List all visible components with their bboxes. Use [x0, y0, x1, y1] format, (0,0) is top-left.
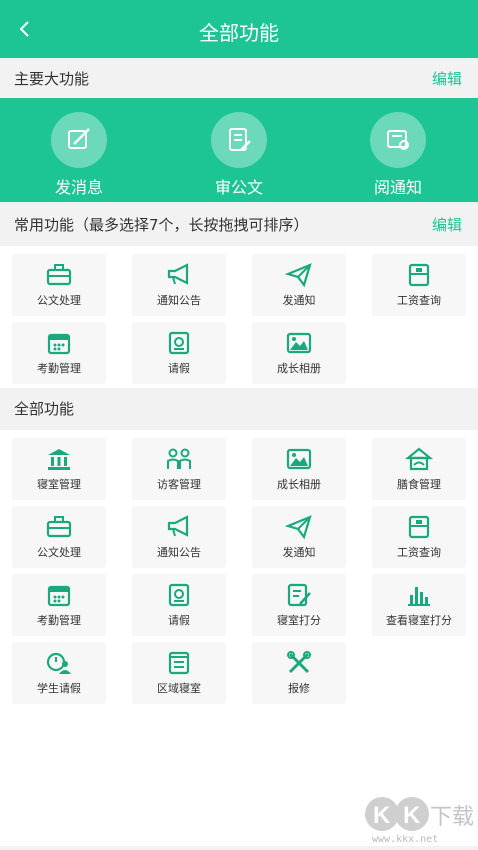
tile-label: 工资查询 — [397, 546, 441, 559]
tile-student-leave[interactable]: 学生请假 — [12, 642, 106, 704]
briefcase-icon — [46, 516, 72, 538]
tile-label: 成长相册 — [277, 362, 321, 375]
tile-label: 通知公告 — [157, 294, 201, 307]
tile-label: 学生请假 — [37, 682, 81, 695]
tile-label: 工资查询 — [397, 294, 441, 307]
tile-label: 区域寝室 — [157, 682, 201, 695]
common-functions-panel: 公文处理 通知公告 发通知 工资查询 考勤管理 请假 成长相册 — [0, 246, 478, 388]
document-edit-icon — [211, 112, 267, 168]
tile-dorm-management[interactable]: 寝室管理 — [12, 438, 106, 500]
tile-label: 访客管理 — [157, 478, 201, 491]
tile-label: 公文处理 — [37, 546, 81, 559]
tile-label: 查看寝室打分 — [386, 614, 452, 627]
score-edit-icon — [287, 583, 311, 607]
tile-growth-album[interactable]: 成长相册 — [252, 322, 346, 384]
food-icon — [405, 447, 433, 471]
tile-label: 请假 — [168, 362, 190, 375]
tile-repair[interactable]: 报修 — [252, 642, 346, 704]
tile-label: 膳食管理 — [397, 478, 441, 491]
tile-send-notice[interactable]: 发通知 — [252, 506, 346, 568]
top-bar: 全部功能 — [0, 0, 478, 58]
salary-icon — [408, 515, 430, 539]
review-document-button[interactable]: 审公文 — [194, 112, 284, 198]
tile-label: 考勤管理 — [37, 362, 81, 375]
page-title: 全部功能 — [199, 21, 279, 45]
tile-leave[interactable]: 请假 — [132, 574, 226, 636]
read-notice-label: 阅通知 — [373, 178, 422, 197]
edit-button[interactable]: 编辑 — [432, 68, 462, 89]
tile-label: 请假 — [168, 614, 190, 627]
tile-label: 成长相册 — [277, 478, 321, 491]
section-label: 常用功能（最多选择7个，长按拖拽可排序） — [14, 216, 309, 234]
visitors-icon — [167, 448, 191, 469]
photo-album-icon — [286, 448, 312, 470]
svg-text:下载: 下载 — [430, 805, 474, 830]
tile-label: 通知公告 — [157, 546, 201, 559]
main-functions-band: 发消息 审公文 阅通知 — [0, 98, 478, 202]
tile-meal-management[interactable]: 膳食管理 — [372, 438, 466, 500]
section-label: 主要大功能 — [14, 70, 90, 88]
building-icon — [48, 449, 70, 470]
calendar-icon — [47, 585, 71, 607]
leave-icon — [168, 583, 190, 607]
tile-document-processing[interactable]: 公文处理 — [12, 254, 106, 316]
salary-icon — [408, 263, 430, 287]
review-document-label: 审公文 — [214, 178, 263, 197]
tile-salary-query[interactable]: 工资查询 — [372, 506, 466, 568]
tile-send-notice[interactable]: 发通知 — [252, 254, 346, 316]
pen-edit-icon — [51, 112, 107, 168]
tile-label: 考勤管理 — [37, 614, 81, 627]
tile-leave[interactable]: 请假 — [132, 322, 226, 384]
svg-text:K: K — [373, 802, 391, 829]
edit-button[interactable]: 编辑 — [432, 214, 462, 235]
scroll-icon — [168, 651, 190, 675]
paper-plane-icon — [285, 515, 312, 540]
tile-label: 寝室管理 — [37, 478, 81, 491]
tile-dorm-scoring[interactable]: 寝室打分 — [252, 574, 346, 636]
tile-visitor-management[interactable]: 访客管理 — [132, 438, 226, 500]
send-message-label: 发消息 — [54, 178, 103, 197]
tile-area-dorm[interactable]: 区域寝室 — [132, 642, 226, 704]
tile-attendance[interactable]: 考勤管理 — [12, 322, 106, 384]
main-functions-header: 主要大功能 编辑 — [0, 58, 478, 98]
tile-document-processing[interactable]: 公文处理 — [12, 506, 106, 568]
watermark-url: www.kkx.net — [372, 834, 439, 845]
bar-chart-icon — [408, 587, 430, 606]
kk-download-logo: K K 下载 — [365, 797, 474, 831]
tile-label: 发通知 — [282, 294, 316, 307]
send-message-button[interactable]: 发消息 — [34, 112, 124, 198]
tile-notice-announcement[interactable]: 通知公告 — [132, 506, 226, 568]
paper-plane-icon — [285, 263, 312, 288]
student-leave-icon — [46, 652, 71, 674]
all-functions-panel: 寝室管理 访客管理 成长相册 膳食管理 公文处理 通知公告 发通知 工资查询 考… — [0, 430, 478, 846]
tile-label: 报修 — [288, 682, 310, 695]
tile-label: 寝室打分 — [277, 614, 321, 627]
megaphone-icon — [167, 263, 189, 285]
svg-text:K: K — [403, 802, 421, 829]
tile-salary-query[interactable]: 工资查询 — [372, 254, 466, 316]
briefcase-icon — [46, 264, 72, 286]
tools-icon — [287, 651, 311, 674]
common-functions-header: 常用功能（最多选择7个，长按拖拽可排序） 编辑 — [0, 204, 478, 244]
calendar-icon — [47, 333, 71, 355]
tile-view-dorm-scores[interactable]: 查看寝室打分 — [372, 574, 466, 636]
leave-icon — [168, 331, 190, 355]
photo-album-icon — [286, 332, 312, 354]
notice-read-icon — [370, 112, 426, 168]
megaphone-icon — [167, 515, 189, 537]
tile-notice-announcement[interactable]: 通知公告 — [132, 254, 226, 316]
tile-label: 公文处理 — [37, 294, 81, 307]
tile-growth-album[interactable]: 成长相册 — [252, 438, 346, 500]
tile-attendance[interactable]: 考勤管理 — [12, 574, 106, 636]
read-notice-button[interactable]: 阅通知 — [353, 112, 443, 198]
section-label: 全部功能 — [14, 400, 75, 418]
tile-label: 发通知 — [282, 546, 316, 559]
all-functions-header: 全部功能 — [0, 388, 478, 428]
